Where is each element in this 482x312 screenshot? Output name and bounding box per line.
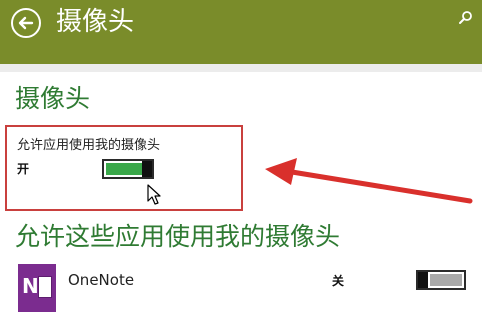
- toggle-fill: [430, 274, 462, 286]
- apps-section-title: 允许这些应用使用我的摄像头: [15, 222, 341, 251]
- red-arrow-annotation: [265, 158, 473, 204]
- toggle-knob: [418, 272, 428, 288]
- app-toggle-onenote[interactable]: [416, 270, 466, 290]
- app-toggle-state-onenote: 关: [332, 274, 345, 288]
- app-name-onenote: OneNote: [68, 271, 135, 289]
- onenote-icon: N: [18, 264, 56, 312]
